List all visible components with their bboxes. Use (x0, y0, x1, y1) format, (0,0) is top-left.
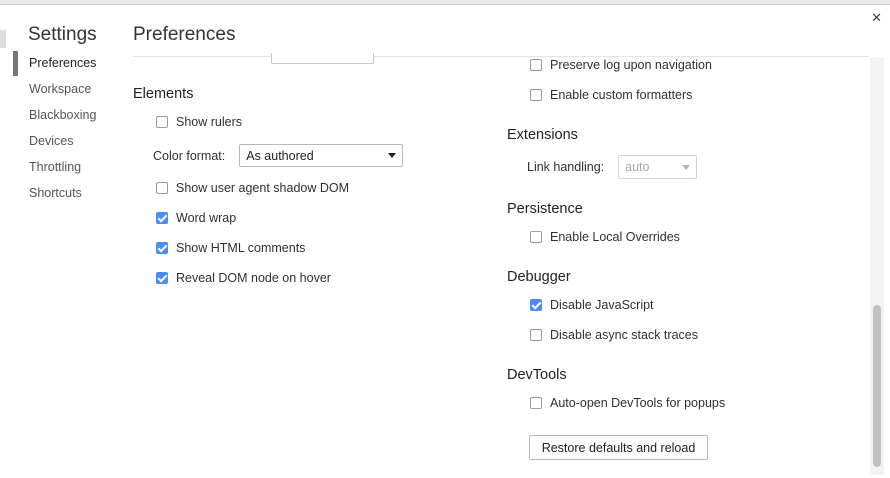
reveal-dom-row[interactable]: Reveal DOM node on hover (156, 271, 331, 285)
color-format-select[interactable]: As authored (239, 144, 404, 167)
custom-formatters-checkbox[interactable] (530, 89, 542, 101)
sidebar-item-shortcuts[interactable]: Shortcuts (13, 180, 96, 206)
custom-formatters-label: Enable custom formatters (550, 88, 693, 102)
page-title: Preferences (133, 24, 236, 45)
preserve-log-label: Preserve log upon navigation (550, 58, 712, 72)
section-title-extensions: Extensions (507, 127, 578, 143)
color-format-value: As authored (246, 148, 314, 163)
header-divider (133, 56, 869, 57)
close-icon[interactable]: ✕ (871, 10, 882, 26)
word-wrap-checkbox[interactable] (156, 212, 168, 224)
section-title-devtools: DevTools (507, 367, 567, 383)
sidebar: Preferences Workspace Blackboxing Device… (13, 50, 96, 206)
reveal-dom-checkbox[interactable] (156, 272, 168, 284)
shadow-dom-row[interactable]: Show user agent shadow DOM (156, 181, 349, 195)
chevron-down-icon (682, 164, 691, 170)
disable-js-row[interactable]: Disable JavaScript (530, 298, 654, 312)
custom-formatters-row[interactable]: Enable custom formatters (530, 88, 692, 102)
auto-open-row[interactable]: Auto-open DevTools for popups (530, 396, 725, 410)
restore-defaults-button[interactable]: Restore defaults and reload (529, 435, 708, 460)
sidebar-item-devices[interactable]: Devices (13, 128, 96, 154)
word-wrap-label: Word wrap (176, 211, 237, 225)
html-comments-checkbox[interactable] (156, 242, 168, 254)
async-traces-row[interactable]: Disable async stack traces (530, 328, 698, 342)
partial-select-above[interactable] (271, 53, 374, 64)
link-handling-row: Link handling: auto (527, 155, 698, 179)
sidebar-item-blackboxing[interactable]: Blackboxing (13, 102, 96, 128)
reveal-dom-label: Reveal DOM node on hover (176, 271, 331, 285)
color-format-label: Color format: (153, 148, 226, 163)
chevron-down-icon (388, 153, 397, 158)
link-handling-select[interactable]: auto (618, 155, 698, 179)
sidebar-item-preferences[interactable]: Preferences (13, 50, 96, 76)
disable-js-checkbox[interactable] (530, 299, 542, 311)
show-rulers-checkbox[interactable] (156, 116, 168, 128)
link-handling-label: Link handling: (527, 160, 605, 174)
disable-js-label: Disable JavaScript (550, 298, 654, 312)
shadow-dom-checkbox[interactable] (156, 182, 168, 194)
html-comments-row[interactable]: Show HTML comments (156, 241, 305, 255)
color-format-row: Color format: As authored (153, 144, 404, 167)
sidebar-title: Settings (28, 24, 97, 45)
link-handling-value: auto (625, 160, 650, 174)
auto-open-label: Auto-open DevTools for popups (550, 396, 726, 410)
preserve-log-checkbox[interactable] (530, 59, 542, 71)
async-traces-checkbox[interactable] (530, 329, 542, 341)
sidebar-item-workspace[interactable]: Workspace (13, 76, 96, 102)
section-title-persistence: Persistence (507, 201, 583, 217)
shadow-dom-label: Show user agent shadow DOM (176, 181, 350, 195)
show-rulers-row[interactable]: Show rulers (156, 115, 242, 129)
local-overrides-checkbox[interactable] (530, 231, 542, 243)
scrollbar-thumb[interactable] (873, 305, 881, 467)
show-rulers-label: Show rulers (176, 115, 242, 129)
local-overrides-label: Enable Local Overrides (550, 230, 680, 244)
section-title-elements: Elements (133, 86, 194, 102)
async-traces-label: Disable async stack traces (550, 328, 698, 342)
sidebar-item-throttling[interactable]: Throttling (13, 154, 96, 180)
local-overrides-row[interactable]: Enable Local Overrides (530, 230, 680, 244)
section-title-debugger: Debugger (507, 269, 571, 285)
auto-open-checkbox[interactable] (530, 397, 542, 409)
html-comments-label: Show HTML comments (176, 241, 306, 255)
window-top-border (0, 0, 890, 5)
window-left-edge (0, 30, 6, 48)
preserve-log-row[interactable]: Preserve log upon navigation (530, 58, 712, 72)
word-wrap-row[interactable]: Word wrap (156, 211, 236, 225)
